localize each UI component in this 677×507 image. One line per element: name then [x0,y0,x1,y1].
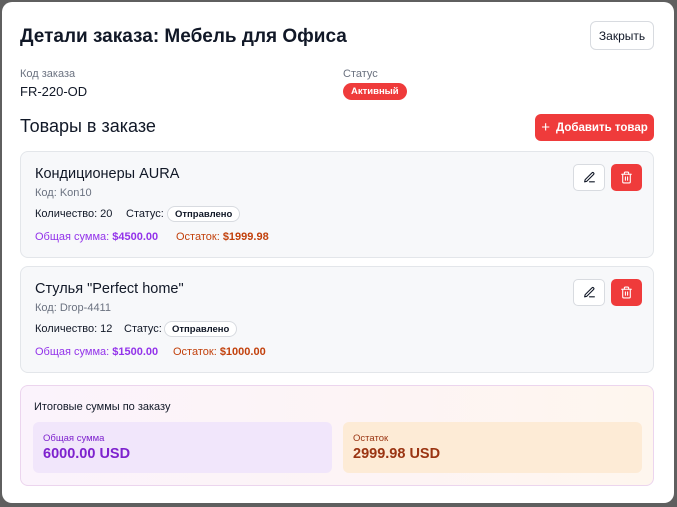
trash-icon [621,171,632,184]
delete-item-button[interactable] [611,164,642,191]
modal-title: Детали заказа: Мебель для Офиса [20,26,347,47]
add-item-button[interactable]: + Добавить товар [535,114,654,141]
item-total-label: Общая сумма: [35,231,110,243]
item-status-label: Статус: [124,323,162,335]
trash-icon [621,286,632,299]
order-item-card: Стулья "Perfect home" Код: Drop-4411 Кол… [20,266,654,373]
item-rest-label: Остаток: [176,231,220,243]
summary-rest-value: 2999.98 USD [353,446,441,462]
summary-title: Итоговые суммы по заказу [34,401,171,413]
edit-item-button[interactable] [573,164,605,191]
item-code: Код: Drop-4411 [35,302,111,314]
summary-rest-label: Остаток [353,433,389,444]
item-rest: Остаток: $1999.98 [176,231,269,243]
edit-item-button[interactable] [573,279,605,306]
order-summary: Итоговые суммы по заказу Общая сумма 600… [20,385,654,486]
item-quantity: Количество: 20 [35,208,113,220]
item-status-badge: Отправлено [164,321,238,337]
item-total-value: $4500.00 [112,231,159,243]
item-rest-value: $1000.00 [219,346,266,358]
item-name: Кондиционеры AURA [35,166,180,182]
summary-total-box: Общая сумма 6000.00 USD [33,422,332,473]
order-details-modal: Детали заказа: Мебель для Офиса Закрыть … [2,2,674,503]
item-name: Стулья "Perfect home" [35,281,184,297]
item-total-label: Общая сумма: [35,346,110,358]
summary-total-value: 6000.00 USD [43,446,131,462]
order-code-value: FR-220-OD [20,84,88,99]
item-status-label: Статус: [126,208,164,220]
item-quantity: Количество: 12 [35,323,113,335]
item-code: Код: Kon10 [35,187,92,199]
add-item-label: Добавить товар [556,121,648,134]
summary-rest-box: Остаток 2999.98 USD [343,422,642,473]
delete-item-button[interactable] [611,279,642,306]
edit-icon [583,287,595,298]
summary-total-label: Общая сумма [43,433,105,444]
edit-icon [583,172,595,183]
item-rest-label: Остаток: [173,346,217,358]
plus-icon: + [541,119,550,136]
order-code-label: Код заказа [20,68,76,80]
item-rest-value: $1999.98 [222,231,269,243]
item-total-value: $1500.00 [112,346,159,358]
order-item-card: Кондиционеры AURA Код: Kon10 Количество:… [20,151,654,258]
order-status-label: Статус [343,68,378,80]
items-section-title: Товары в заказе [20,116,156,136]
item-total: Общая сумма: $1500.00 [35,346,158,358]
item-total: Общая сумма: $4500.00 [35,231,158,243]
order-status-badge: Активный [343,83,407,100]
close-button[interactable]: Закрыть [590,21,654,50]
item-rest: Остаток: $1000.00 [173,346,266,358]
item-status-badge: Отправлено [167,206,241,222]
